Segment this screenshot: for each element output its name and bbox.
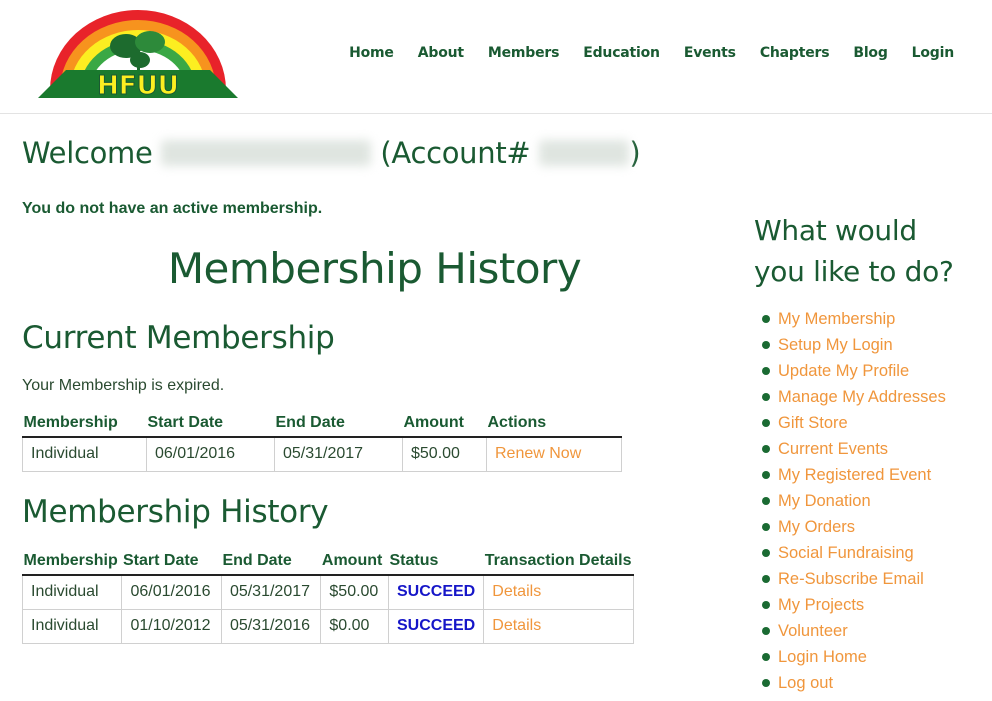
- sidebar-item-log-out: Log out: [762, 670, 984, 696]
- sidebar-title-line2: you like to do?: [754, 255, 954, 288]
- cell-start-date: 06/01/2016: [146, 436, 275, 472]
- cell-actions: Renew Now: [486, 436, 622, 472]
- sidebar-item-registered-event: My Registered Event: [762, 462, 984, 488]
- sidebar: What would you like to do? My Membership…: [754, 210, 984, 696]
- sidebar-link-my-membership[interactable]: My Membership: [778, 310, 895, 328]
- expired-status: Your Membership is expired.: [22, 377, 225, 394]
- account-close: ): [629, 136, 641, 170]
- status-badge: SUCCEED: [397, 617, 476, 634]
- redacted-name: [161, 140, 372, 166]
- cell-membership: Individual: [22, 436, 147, 472]
- current-membership-table: Membership Start Date End Date Amount Ac…: [22, 412, 622, 472]
- cell-details: Details: [483, 608, 634, 644]
- status-badge: SUCCEED: [397, 583, 476, 601]
- sidebar-link-current-events[interactable]: Current Events: [778, 440, 888, 458]
- membership-notice: You do not have an active membership.: [22, 200, 323, 217]
- hfuu-logo[interactable]: HFUU: [36, 10, 240, 100]
- cell-status: SUCCEED: [387, 574, 485, 610]
- col-transaction-details: Transaction Details: [483, 550, 634, 576]
- sidebar-link-update-profile[interactable]: Update My Profile: [778, 362, 909, 380]
- cell-end-date: 05/31/2017: [274, 436, 403, 472]
- main-nav: Home About Members Education Events Chap…: [349, 45, 954, 61]
- sidebar-item-resubscribe-email: Re-Subscribe Email: [762, 566, 984, 592]
- membership-history-title: Membership History: [22, 494, 329, 530]
- sidebar-item-update-profile: Update My Profile: [762, 358, 984, 384]
- col-end-date: End Date: [274, 412, 403, 438]
- renew-now-link[interactable]: Renew Now: [495, 445, 581, 462]
- logo-text: HFUU: [97, 71, 179, 100]
- details-link[interactable]: Details: [492, 617, 541, 634]
- nav-members[interactable]: Members: [488, 45, 560, 61]
- welcome-prefix: Welcome: [22, 136, 153, 170]
- cell-amount: $50.00: [320, 574, 389, 610]
- col-membership: Membership: [22, 412, 147, 438]
- nav-home[interactable]: Home: [349, 45, 394, 61]
- table-row: Individual 06/01/2016 05/31/2017 $50.00 …: [21, 574, 634, 610]
- sidebar-item-my-projects: My Projects: [762, 592, 984, 618]
- col-amount: Amount: [320, 550, 389, 576]
- sidebar-link-my-projects[interactable]: My Projects: [778, 596, 864, 614]
- nav-chapters[interactable]: Chapters: [760, 45, 830, 61]
- sidebar-item-my-donation: My Donation: [762, 488, 984, 514]
- nav-events[interactable]: Events: [684, 45, 736, 61]
- sidebar-title-line1: What would: [754, 214, 917, 247]
- sidebar-link-resubscribe-email[interactable]: Re-Subscribe Email: [778, 570, 924, 588]
- current-membership-title: Current Membership: [22, 320, 335, 356]
- sidebar-link-social-fundraising[interactable]: Social Fundraising: [778, 544, 914, 562]
- cell-end-date: 05/31/2017: [220, 574, 322, 610]
- sidebar-item-my-membership: My Membership: [762, 306, 984, 332]
- col-amount: Amount: [402, 412, 487, 438]
- page-title: Membership History: [167, 244, 582, 293]
- sidebar-item-login-home: Login Home: [762, 644, 984, 670]
- nav-blog[interactable]: Blog: [853, 45, 888, 61]
- table-row: Individual 01/10/2012 05/31/2016 $0.00 S…: [21, 608, 634, 644]
- table-row: Individual 06/01/2016 05/31/2017 $50.00 …: [22, 436, 622, 472]
- col-actions: Actions: [486, 412, 622, 438]
- sidebar-menu: My Membership Setup My Login Update My P…: [754, 306, 984, 696]
- sidebar-link-my-donation[interactable]: My Donation: [778, 492, 871, 510]
- details-link[interactable]: Details: [492, 583, 541, 600]
- sidebar-item-setup-login: Setup My Login: [762, 332, 984, 358]
- sidebar-link-volunteer[interactable]: Volunteer: [778, 622, 848, 640]
- sidebar-item-social-fundraising: Social Fundraising: [762, 540, 984, 566]
- sidebar-link-log-out[interactable]: Log out: [778, 674, 833, 692]
- nav-about[interactable]: About: [418, 45, 464, 61]
- sidebar-link-manage-addresses[interactable]: Manage My Addresses: [778, 388, 946, 406]
- cell-status: SUCCEED: [387, 608, 485, 644]
- cell-membership: Individual: [21, 574, 123, 610]
- site-header: HFUU Home About Members Education Events…: [0, 0, 992, 114]
- sidebar-link-login-home[interactable]: Login Home: [778, 648, 867, 666]
- col-status: Status: [388, 550, 484, 576]
- sidebar-link-registered-event[interactable]: My Registered Event: [778, 466, 931, 484]
- membership-history-table: Membership Start Date End Date Amount St…: [21, 550, 634, 644]
- sidebar-item-current-events: Current Events: [762, 436, 984, 462]
- nav-login[interactable]: Login: [912, 45, 955, 61]
- cell-membership: Individual: [21, 608, 123, 644]
- sidebar-item-manage-addresses: Manage My Addresses: [762, 384, 984, 410]
- col-start-date: Start Date: [121, 550, 222, 576]
- cell-start-date: 06/01/2016: [121, 574, 222, 610]
- col-end-date: End Date: [221, 550, 321, 576]
- cell-start-date: 01/10/2012: [121, 608, 222, 644]
- col-membership: Membership: [22, 550, 122, 576]
- cell-amount: $50.00: [402, 436, 487, 472]
- nav-education[interactable]: Education: [583, 45, 660, 61]
- cell-amount: $0.00: [320, 608, 389, 644]
- sidebar-item-gift-store: Gift Store: [762, 410, 984, 436]
- col-start-date: Start Date: [146, 412, 275, 438]
- sidebar-link-setup-login[interactable]: Setup My Login: [778, 336, 893, 354]
- sidebar-title: What would you like to do?: [754, 210, 984, 292]
- cell-end-date: 05/31/2016: [220, 608, 322, 644]
- sidebar-link-gift-store[interactable]: Gift Store: [778, 414, 848, 432]
- redacted-account-number: [539, 140, 630, 166]
- account-open: (Account#: [380, 136, 531, 170]
- welcome-heading: Welcome (Account# ): [22, 136, 641, 170]
- sidebar-item-volunteer: Volunteer: [762, 618, 984, 644]
- sidebar-link-my-orders[interactable]: My Orders: [778, 518, 855, 536]
- sidebar-item-my-orders: My Orders: [762, 514, 984, 540]
- cell-details: Details: [483, 574, 634, 610]
